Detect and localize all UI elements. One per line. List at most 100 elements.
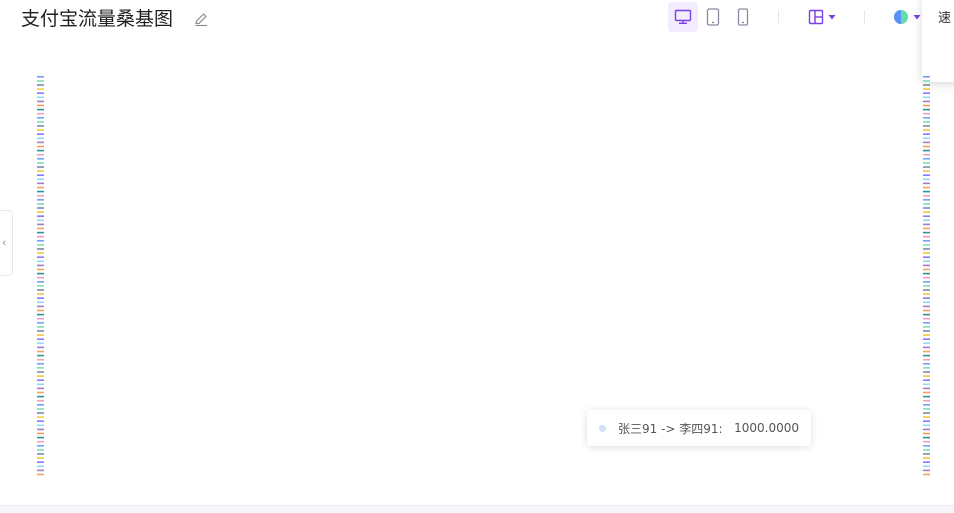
sankey-target-node[interactable] [923,428,930,431]
sankey-target-node[interactable] [923,432,930,435]
sankey-target-node[interactable] [923,125,930,127]
sankey-target-node[interactable] [923,436,930,439]
sankey-target-node[interactable] [923,137,930,140]
sankey-source-node[interactable] [37,317,44,320]
sankey-target-node[interactable] [923,379,930,381]
sankey-source-node[interactable] [37,387,44,390]
sankey-source-node[interactable] [37,264,44,267]
sankey-target-node[interactable] [923,235,930,238]
sankey-source-node[interactable] [37,112,44,115]
sankey-source-node[interactable] [37,88,44,90]
sankey-target-node[interactable] [923,371,930,373]
sankey-target-node[interactable] [923,395,930,398]
sankey-source-node[interactable] [37,215,44,217]
sankey-target-node[interactable] [923,240,930,242]
sankey-source-node[interactable] [37,108,44,111]
sankey-target-node[interactable] [923,281,930,283]
sankey-source-node[interactable] [37,194,44,197]
sankey-target-node[interactable] [923,424,930,427]
sankey-source-node[interactable] [37,404,44,406]
sankey-source-node[interactable] [37,104,44,107]
sankey-source-node[interactable] [37,219,44,222]
sankey-source-node[interactable] [37,338,44,340]
sankey-target-node[interactable] [923,96,930,99]
sankey-source-node[interactable] [37,330,44,332]
sankey-target-node[interactable] [923,457,930,459]
sankey-source-node[interactable] [37,363,44,365]
sankey-source-node[interactable] [37,211,44,213]
sankey-source-node[interactable] [37,342,44,345]
sankey-target-node[interactable] [923,199,930,201]
sankey-target-node[interactable] [923,166,930,168]
sankey-target-node[interactable] [923,346,930,349]
sankey-target-node[interactable] [923,129,930,131]
sankey-source-node[interactable] [37,256,44,258]
sankey-source-node[interactable] [37,383,44,386]
sankey-source-node[interactable] [37,141,44,144]
sankey-source-node[interactable] [37,153,44,156]
sankey-source-node[interactable] [37,129,44,131]
sankey-source-node[interactable] [37,428,44,431]
sankey-source-node[interactable] [37,379,44,381]
sankey-target-node[interactable] [923,104,930,107]
sankey-source-node[interactable] [37,158,44,160]
sankey-source-node[interactable] [37,235,44,238]
sankey-source-node[interactable] [37,231,44,234]
sankey-source-node[interactable] [37,178,44,181]
sankey-target-node[interactable] [923,268,930,271]
sankey-target-node[interactable] [923,84,930,86]
sankey-source-node[interactable] [37,190,44,193]
sankey-source-node[interactable] [37,252,44,254]
sankey-source-node[interactable] [37,125,44,127]
sankey-source-node[interactable] [37,289,44,291]
sankey-source-node[interactable] [37,322,44,324]
sankey-target-node[interactable] [923,194,930,197]
sankey-target-node[interactable] [923,449,930,451]
sankey-target-node[interactable] [923,363,930,365]
sankey-target-node[interactable] [923,231,930,234]
sankey-source-node[interactable] [37,162,44,164]
sankey-source-node[interactable] [37,244,44,246]
sankey-source-node[interactable] [37,281,44,283]
sankey-target-node[interactable] [923,445,930,447]
sankey-source-node[interactable] [37,293,44,295]
sankey-target-node[interactable] [923,465,930,468]
sankey-target-node[interactable] [923,133,930,135]
sankey-target-node[interactable] [923,88,930,90]
sankey-target-node[interactable] [923,121,930,123]
sankey-source-node[interactable] [37,301,44,304]
sankey-target-node[interactable] [923,219,930,222]
sankey-source-node[interactable] [37,432,44,435]
sankey-target-node[interactable] [923,375,930,377]
sankey-target-node[interactable] [923,387,930,390]
sankey-source-node[interactable] [37,440,44,443]
sankey-target-node[interactable] [923,399,930,402]
sankey-source-node[interactable] [37,358,44,361]
sankey-target-node[interactable] [923,313,930,316]
sankey-target-node[interactable] [923,334,930,336]
sankey-source-node[interactable] [37,371,44,373]
sankey-target-node[interactable] [923,76,930,78]
sankey-target-node[interactable] [923,112,930,115]
sankey-target-node[interactable] [923,117,930,119]
sankey-target-node[interactable] [923,326,930,328]
sankey-source-node[interactable] [37,182,44,185]
sankey-source-node[interactable] [37,276,44,279]
sankey-target-node[interactable] [923,297,930,299]
sankey-source-node[interactable] [37,84,44,86]
sankey-source-node[interactable] [37,76,44,78]
sankey-source-node[interactable] [37,424,44,427]
sankey-source-node[interactable] [37,449,44,451]
sankey-target-node[interactable] [923,412,930,414]
sankey-target-node[interactable] [923,207,930,209]
sankey-source-node[interactable] [37,408,44,410]
sankey-source-node[interactable] [37,391,44,394]
sankey-target-node[interactable] [923,305,930,308]
sankey-target-node[interactable] [923,252,930,254]
sankey-source-node[interactable] [37,117,44,119]
sankey-source-node[interactable] [37,367,44,369]
sankey-target-node[interactable] [923,215,930,217]
sankey-target-node[interactable] [923,453,930,455]
sankey-source-node[interactable] [37,313,44,316]
sankey-target-node[interactable] [923,469,930,472]
